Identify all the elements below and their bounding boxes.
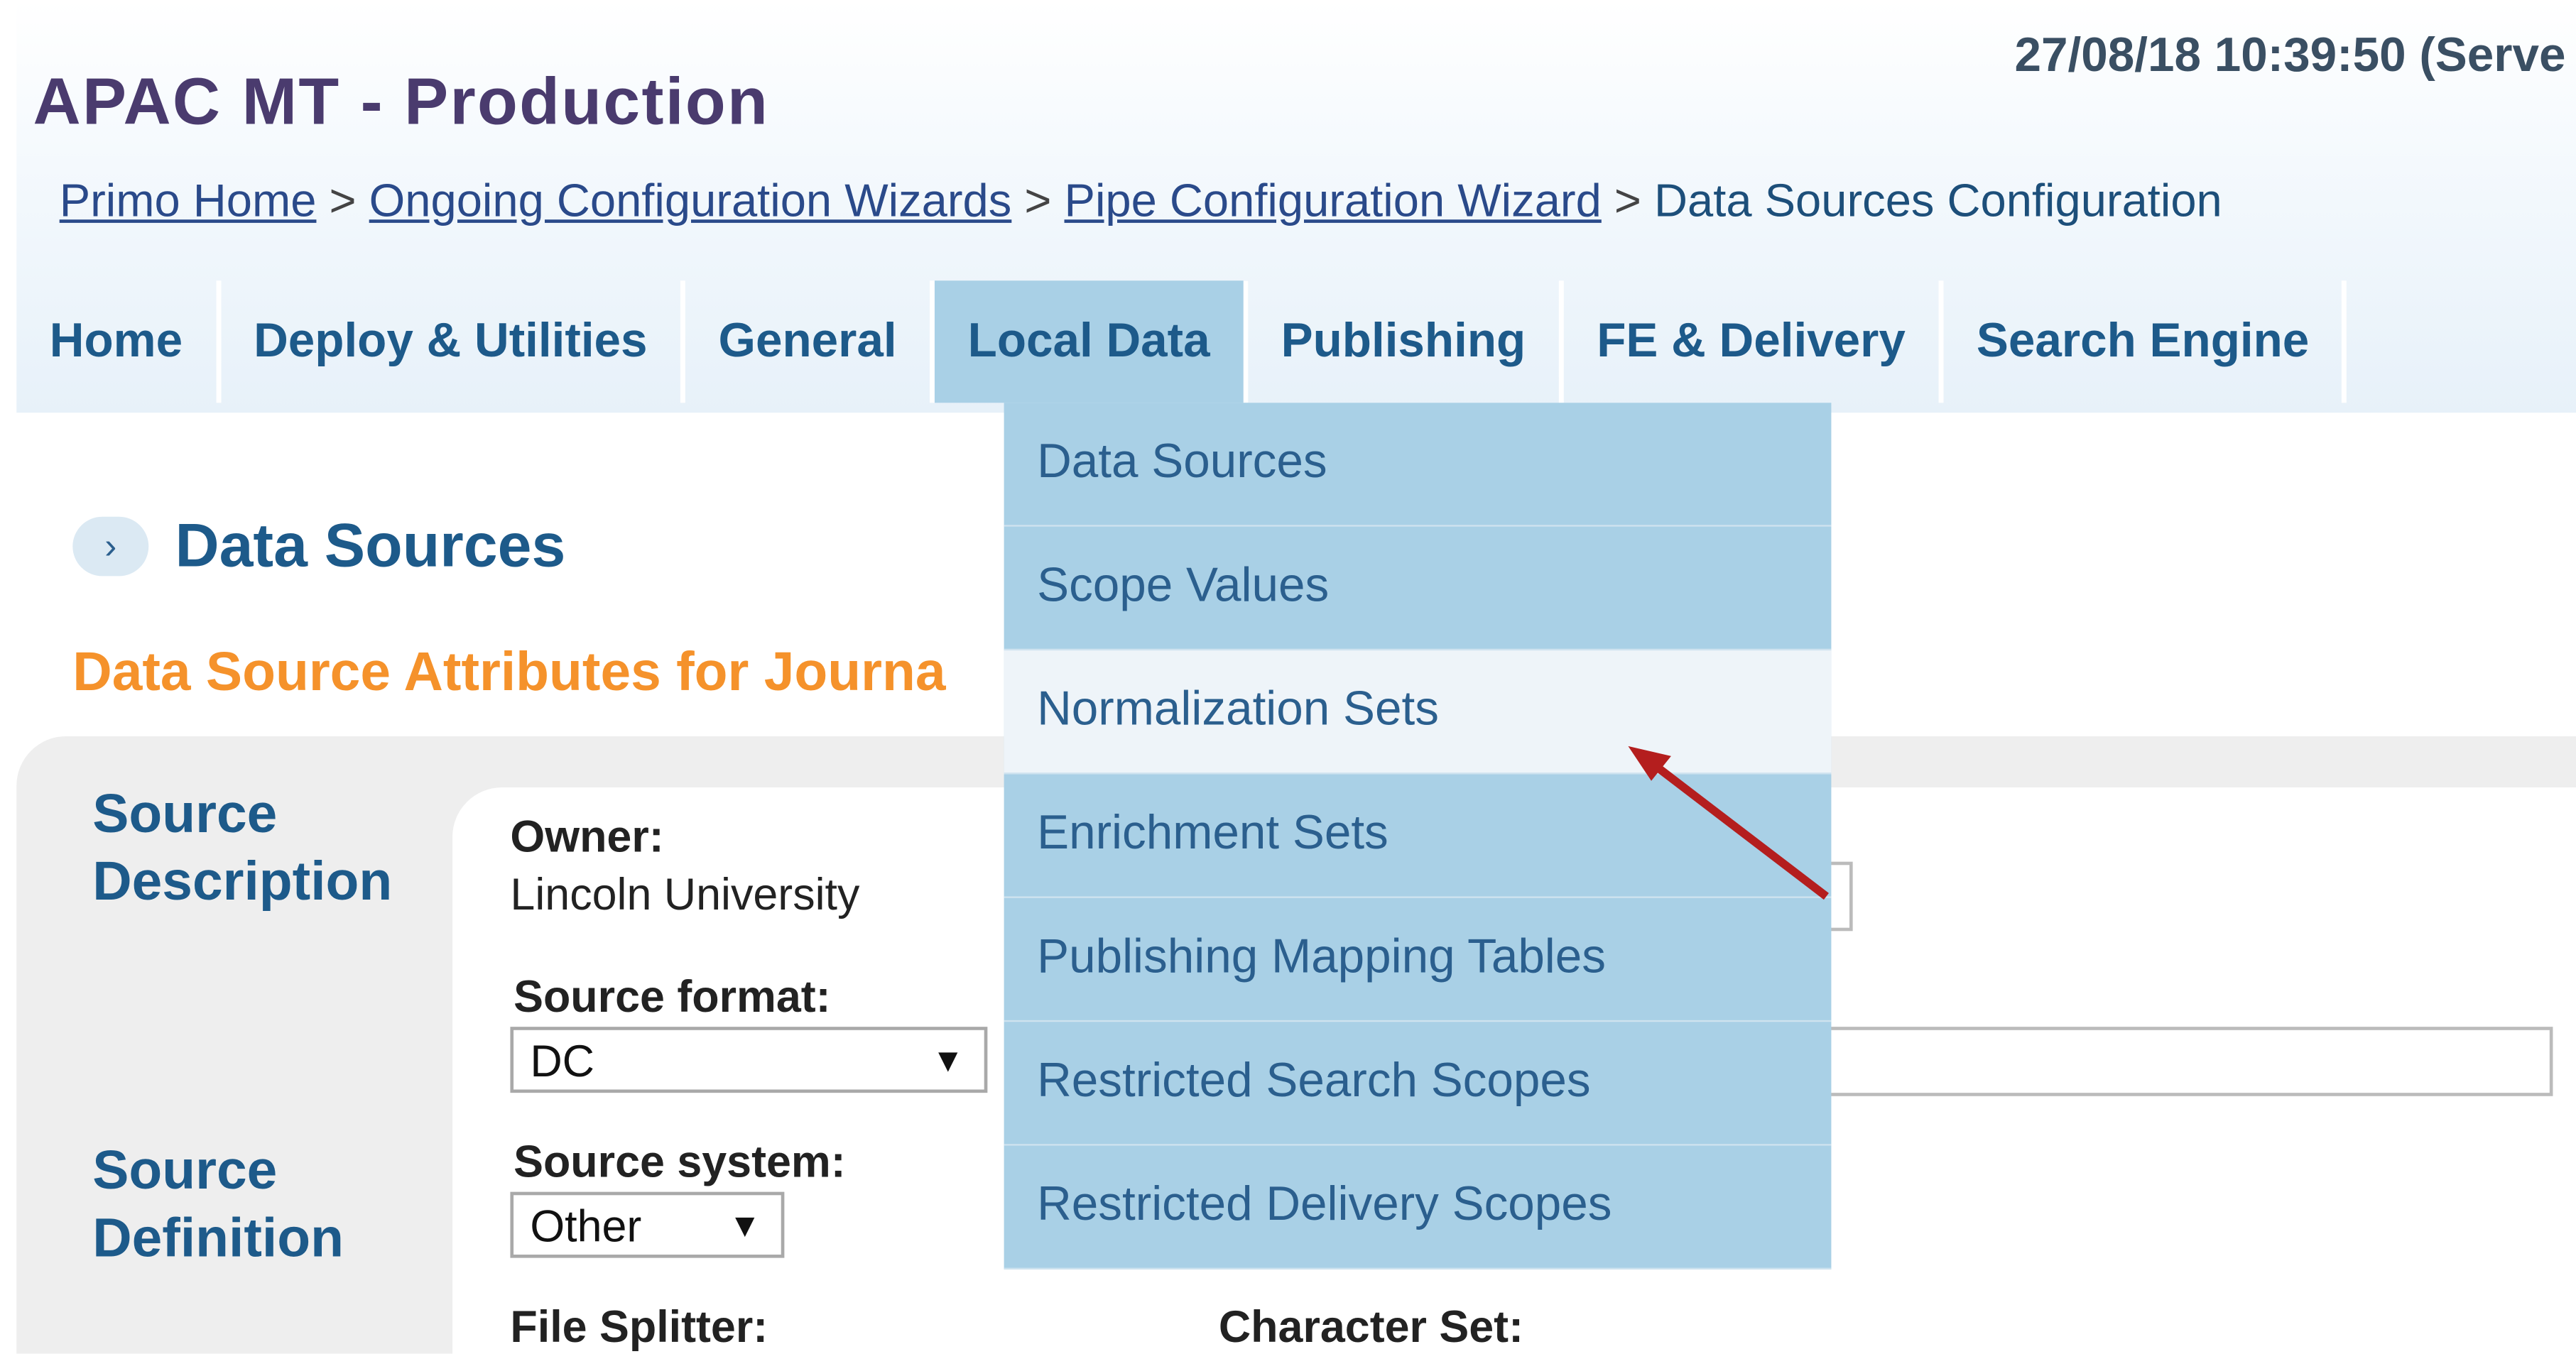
screenshot-stage: APAC MT - Production 27/08/18 10:39:50 (… [0, 0, 2576, 1354]
annotation-arrow-icon [1628, 746, 1829, 900]
annotation-arrow-line [1648, 759, 1829, 900]
